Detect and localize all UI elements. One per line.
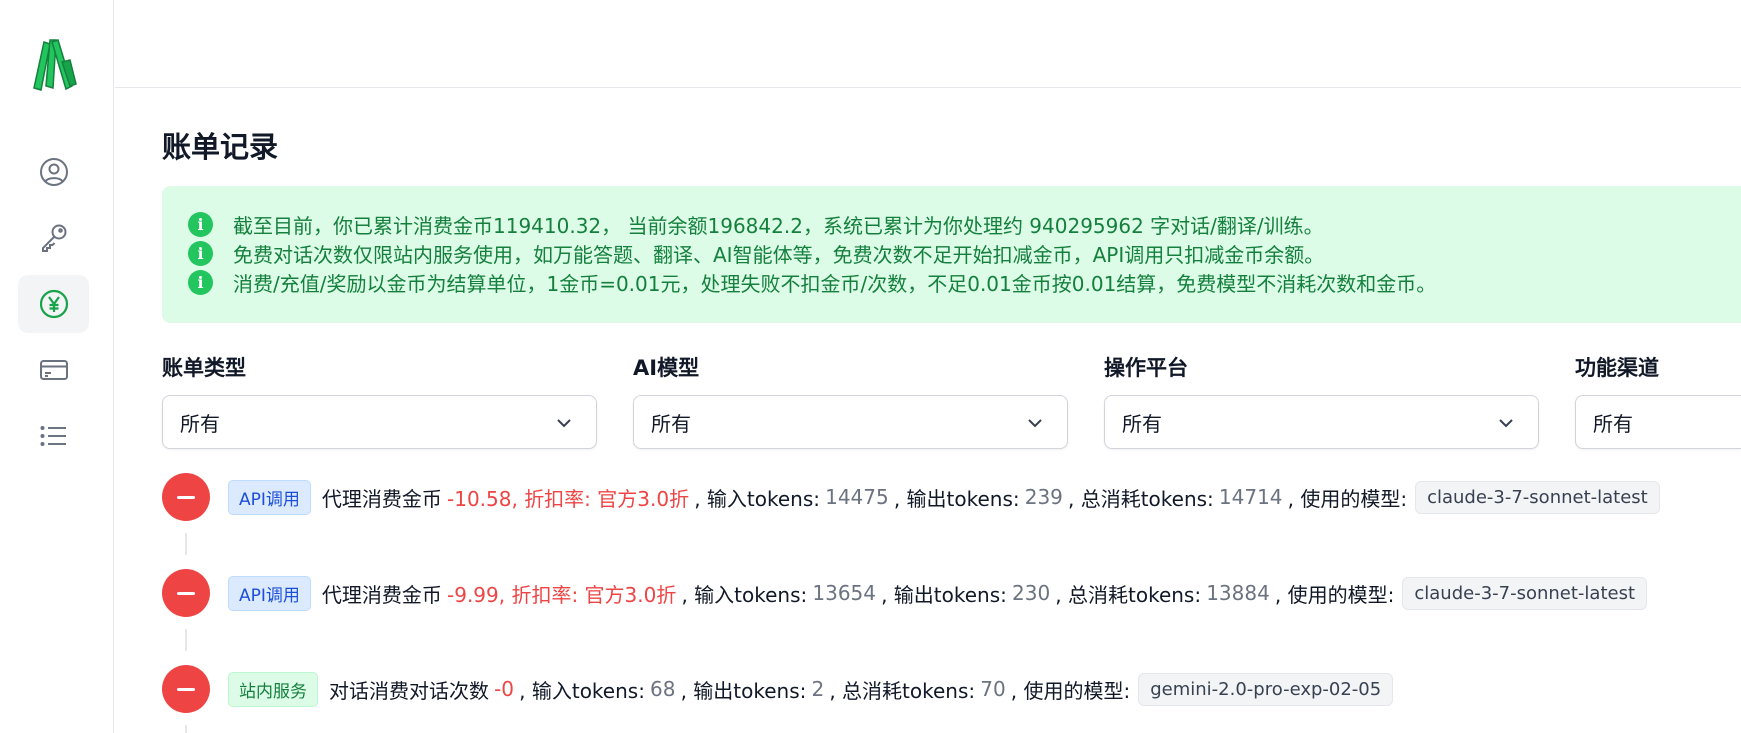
- input-tokens-value: 14475: [825, 485, 889, 509]
- user-circle-icon: [39, 158, 68, 186]
- key-icon: [41, 224, 66, 252]
- platform-select[interactable]: 所有: [1104, 395, 1539, 449]
- timeline-connector: [185, 533, 187, 555]
- record-amount: -9.99, 折扣率: 官方3.0折: [447, 582, 677, 607]
- sidebar-item-billing[interactable]: [18, 275, 89, 333]
- model-label: , 使用的模型:: [1287, 486, 1408, 511]
- input-tokens-value: 68: [650, 677, 676, 701]
- output-tokens-label: , 输出tokens:: [680, 678, 807, 703]
- input-tokens-label: , 输入tokens:: [681, 582, 808, 607]
- total-tokens-label: , 总消耗tokens:: [829, 678, 976, 703]
- output-tokens-value: 2: [811, 677, 825, 701]
- total-tokens-label: , 总消耗tokens:: [1068, 486, 1214, 511]
- output-tokens-label: , 输出tokens:: [881, 582, 1007, 607]
- input-tokens-label: , 输入tokens:: [519, 678, 645, 703]
- chevron-down-icon: [1499, 419, 1513, 428]
- record-tag: 站内服务: [228, 671, 318, 707]
- list-icon: [40, 426, 66, 446]
- app-logo[interactable]: [28, 36, 80, 94]
- minus-icon: [162, 569, 210, 617]
- output-tokens-label: , 输出tokens:: [893, 486, 1020, 511]
- total-tokens-value: 13884: [1206, 581, 1270, 605]
- record-desc: 代理消费金币: [321, 582, 442, 607]
- filter-label-channel: 功能渠道: [1575, 356, 1659, 380]
- timeline-connector: [185, 725, 187, 733]
- sidebar-item-profile[interactable]: [18, 143, 89, 201]
- alert-line: i 免费对话次数仅限站内服务使用，如万能答题、翻译、AI智能体等，免费次数不足开…: [162, 239, 1741, 268]
- sidebar-item-list[interactable]: [18, 407, 89, 465]
- select-value: 所有: [180, 411, 220, 436]
- alert-line: i 消费/充值/奖励以金币为结算单位，1金币=0.01元，处理失败不扣金币/次数…: [162, 268, 1741, 297]
- sidebar-item-api-keys[interactable]: [18, 209, 89, 267]
- total-tokens-label: , 总消耗tokens:: [1055, 582, 1202, 607]
- bill-type-select[interactable]: 所有: [162, 395, 597, 449]
- record-amount: -0: [494, 677, 515, 701]
- alert-text: 截至目前，你已累计消费金币119410.32， 当前余额196842.2，系统已…: [233, 214, 1324, 238]
- chevron-down-icon: [1028, 419, 1042, 428]
- sidebar: [0, 0, 114, 733]
- alert-line: i 截至目前，你已累计消费金币119410.32， 当前余额196842.2，系…: [162, 210, 1741, 239]
- bill-record: 站内服务 对话消费对话次数 -0 , 输入tokens: 68 , 输出toke…: [162, 665, 1394, 713]
- minus-icon: [162, 665, 210, 713]
- record-tag: API调用: [228, 575, 311, 611]
- input-tokens-label: , 输入tokens:: [694, 486, 820, 511]
- output-tokens-value: 230: [1012, 581, 1051, 605]
- input-tokens-value: 13654: [812, 581, 876, 605]
- minus-icon: [162, 473, 210, 521]
- page-title: 账单记录: [162, 130, 279, 164]
- alert-text: 消费/充值/奖励以金币为结算单位，1金币=0.01元，处理失败不扣金币/次数，不…: [233, 272, 1437, 296]
- alert-text: 免费对话次数仅限站内服务使用，如万能答题、翻译、AI智能体等，免费次数不足开始扣…: [233, 243, 1325, 267]
- record-amount: -10.58, 折扣率: 官方3.0折: [447, 486, 690, 511]
- credit-card-icon: [39, 360, 68, 380]
- filter-label-ai-model: AI模型: [633, 356, 700, 380]
- record-desc: 对话消费对话次数: [329, 678, 489, 703]
- select-value: 所有: [651, 411, 691, 436]
- channel-select[interactable]: 所有: [1575, 395, 1741, 449]
- model-chip: claude-3-7-sonnet-latest: [1402, 576, 1648, 610]
- yen-circle-icon: [39, 289, 68, 319]
- record-desc: 代理消费金币: [321, 486, 442, 511]
- select-value: 所有: [1122, 411, 1162, 436]
- model-label: , 使用的模型:: [1010, 678, 1131, 703]
- bill-record: API调用 代理消费金币 -10.58, 折扣率: 官方3.0折 , 输入tok…: [162, 473, 1660, 521]
- output-tokens-value: 239: [1024, 485, 1063, 509]
- record-tag: API调用: [228, 479, 311, 515]
- info-icon: i: [188, 270, 213, 295]
- info-icon: i: [188, 212, 213, 237]
- chevron-down-icon: [557, 419, 571, 428]
- total-tokens-value: 14714: [1218, 485, 1283, 509]
- timeline-connector: [185, 629, 187, 651]
- bill-record: API调用 代理消费金币 -9.99, 折扣率: 官方3.0折 , 输入toke…: [162, 569, 1648, 617]
- filter-label-platform: 操作平台: [1104, 356, 1188, 380]
- info-icon: i: [188, 241, 213, 266]
- top-bar: [115, 0, 1741, 88]
- total-tokens-value: 70: [980, 677, 1006, 701]
- sidebar-item-payment[interactable]: [18, 341, 89, 399]
- model-label: , 使用的模型:: [1274, 582, 1395, 607]
- filter-label-bill-type: 账单类型: [162, 356, 246, 380]
- model-chip: gemini-2.0-pro-exp-02-05: [1138, 672, 1394, 706]
- select-value: 所有: [1593, 411, 1633, 436]
- ai-model-select[interactable]: 所有: [633, 395, 1068, 449]
- model-chip: claude-3-7-sonnet-latest: [1415, 480, 1660, 514]
- info-alert: i 截至目前，你已累计消费金币119410.32， 当前余额196842.2，系…: [162, 186, 1741, 323]
